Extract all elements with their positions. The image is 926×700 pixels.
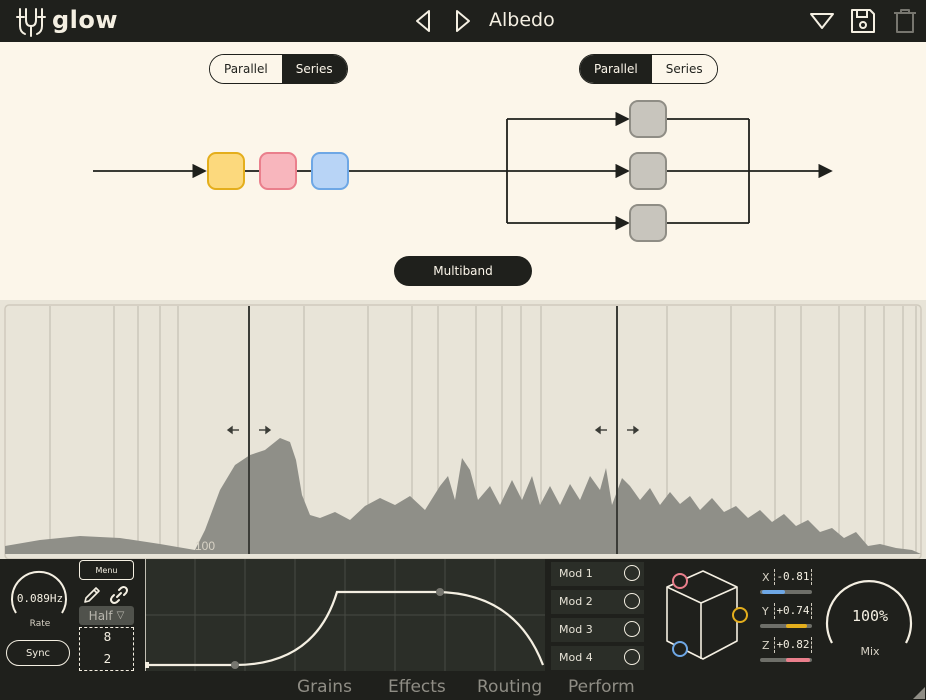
- division-select[interactable]: Half ▽: [79, 606, 134, 625]
- grid-x-value[interactable]: 8: [80, 630, 135, 644]
- cube-point-blue[interactable]: [672, 641, 688, 657]
- mod-slot-2[interactable]: Mod 2: [551, 590, 644, 614]
- resize-grip-icon[interactable]: [913, 687, 925, 699]
- logo-text: glow: [52, 6, 119, 34]
- x-slider-fill: [762, 590, 786, 594]
- spectrum-shape: [5, 438, 921, 554]
- logo-glyph-icon: [16, 8, 46, 37]
- grid-y-value[interactable]: 2: [80, 652, 135, 666]
- cube-point-red[interactable]: [672, 573, 688, 589]
- tab-perform[interactable]: Perform: [568, 677, 635, 697]
- pencil-icon[interactable]: [82, 585, 102, 605]
- mod-slot-4-indicator-icon[interactable]: [624, 649, 640, 665]
- tab-grains[interactable]: Grains: [297, 677, 352, 697]
- multiband-tab[interactable]: Multiband: [394, 256, 532, 286]
- division-value: Half: [88, 608, 113, 623]
- lfo-handle-1[interactable]: [231, 661, 239, 669]
- y-slider[interactable]: [760, 624, 812, 628]
- effect-node-yellow[interactable]: [207, 152, 245, 190]
- chevron-left-icon[interactable]: [412, 9, 434, 33]
- spectrum-display: 100: [4, 304, 922, 559]
- lfo-editor[interactable]: [145, 559, 545, 671]
- mod-slot-1[interactable]: Mod 1: [551, 562, 644, 586]
- y-slider-fill: [786, 624, 808, 628]
- parallel-node-3[interactable]: [629, 204, 667, 242]
- mod-slot-1-indicator-icon[interactable]: [624, 565, 640, 581]
- lfo-curve[interactable]: [145, 590, 545, 667]
- z-value[interactable]: +0.82: [774, 637, 812, 653]
- top-bar: glow Albedo: [0, 0, 926, 42]
- preset-name[interactable]: Albedo: [489, 9, 555, 31]
- chevron-down-icon: ▽: [116, 610, 125, 621]
- dropdown-triangle-icon[interactable]: [808, 7, 836, 35]
- grid-size-box: 8 2: [79, 627, 134, 671]
- lfo-handle-2[interactable]: [436, 588, 444, 596]
- spectrum-panel: 100: [0, 300, 926, 559]
- x-label: X: [762, 571, 770, 584]
- trash-icon[interactable]: [891, 7, 919, 35]
- routing-panel: Parallel Series Parallel Series Multiban…: [0, 42, 926, 300]
- z-label: Z: [762, 639, 770, 652]
- bottom-panel: 0.089Hz Rate Sync Menu Half ▽ 8 2 Mod 1 …: [0, 559, 926, 700]
- lfo-curve-display[interactable]: [145, 559, 545, 671]
- lfo-start-point[interactable]: [145, 662, 149, 668]
- menu-button[interactable]: Menu: [79, 560, 134, 580]
- link-icon[interactable]: [108, 584, 130, 606]
- z-slider[interactable]: [760, 658, 812, 662]
- x-slider[interactable]: [760, 590, 812, 594]
- chevron-right-icon[interactable]: [452, 9, 474, 33]
- cube-point-yellow[interactable]: [732, 607, 748, 623]
- mod-slot-2-indicator-icon[interactable]: [624, 593, 640, 609]
- mod-slot-3-indicator-icon[interactable]: [624, 621, 640, 637]
- rate-label: Rate: [29, 619, 51, 629]
- tab-effects[interactable]: Effects: [388, 677, 446, 697]
- x-value[interactable]: -0.81: [774, 569, 812, 585]
- axis-tick-label: 100: [195, 539, 215, 553]
- rate-value: 0.089Hz: [16, 592, 64, 605]
- xyz-cube[interactable]: [655, 565, 755, 665]
- tab-routing[interactable]: Routing: [477, 677, 542, 697]
- mix-label: Mix: [860, 645, 880, 658]
- parallel-node-2[interactable]: [629, 152, 667, 190]
- z-slider-fill: [786, 658, 810, 662]
- y-label: Y: [762, 605, 769, 618]
- mod-slot-4[interactable]: Mod 4: [551, 646, 644, 670]
- bottom-tabs: Grains Effects Routing Perform: [0, 677, 926, 700]
- effect-node-pink[interactable]: [259, 152, 297, 190]
- sync-button[interactable]: Sync: [6, 640, 70, 666]
- save-icon[interactable]: [849, 7, 877, 35]
- effect-node-blue[interactable]: [311, 152, 349, 190]
- y-value[interactable]: +0.74: [774, 603, 812, 619]
- parallel-node-1[interactable]: [629, 100, 667, 138]
- mod-slot-3[interactable]: Mod 3: [551, 618, 644, 642]
- mix-value: 100%: [851, 607, 889, 625]
